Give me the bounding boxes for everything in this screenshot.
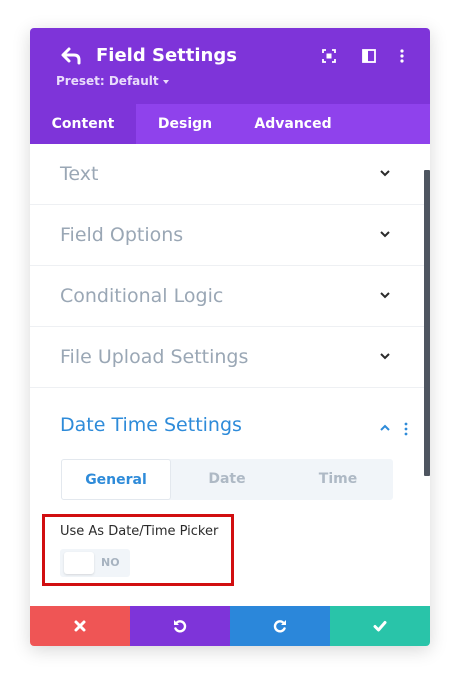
- fullscreen-icon[interactable]: [321, 48, 337, 64]
- tab-content[interactable]: Content: [30, 104, 136, 144]
- redo-icon: [273, 620, 286, 633]
- chevron-down-icon: [380, 231, 390, 238]
- chevron-down-icon: [380, 353, 390, 360]
- preset-dropdown[interactable]: Preset: Default: [56, 74, 169, 88]
- chevron-up-icon[interactable]: [378, 423, 392, 433]
- section-label: Conditional Logic: [60, 285, 224, 307]
- chevron-down-icon: [380, 292, 390, 299]
- discard-button[interactable]: [30, 606, 130, 646]
- redo-button[interactable]: [230, 606, 330, 646]
- split-view-icon[interactable]: [361, 48, 377, 64]
- preset-label: Preset: Default: [56, 74, 159, 88]
- section-text[interactable]: Text: [30, 144, 430, 205]
- section-label: File Upload Settings: [60, 346, 249, 368]
- page-title: Field Settings: [96, 45, 237, 66]
- scrollbar[interactable]: [424, 170, 430, 476]
- settings-modal: Field Settings Preset: Default Content D…: [30, 28, 430, 646]
- subtab-date[interactable]: Date: [172, 459, 282, 500]
- section-date-time-settings[interactable]: Date Time Settings: [60, 414, 242, 436]
- more-options-icon[interactable]: [394, 48, 410, 64]
- section-file-upload-settings[interactable]: File Upload Settings: [30, 327, 430, 388]
- date-time-subtabs: General Date Time: [61, 459, 393, 500]
- toggle-knob: [64, 552, 94, 574]
- back-arrow-icon[interactable]: [60, 46, 82, 66]
- check-icon: [373, 621, 387, 632]
- modal-header: Field Settings Preset: Default: [30, 28, 430, 104]
- section-conditional-logic[interactable]: Conditional Logic: [30, 266, 430, 327]
- subtab-time[interactable]: Time: [283, 459, 393, 500]
- date-picker-option-label: Use As Date/Time Picker: [60, 524, 219, 539]
- section-label: Field Options: [60, 224, 184, 246]
- undo-icon: [174, 620, 187, 633]
- section-label: Text: [60, 163, 99, 185]
- chevron-down-icon: [380, 170, 390, 177]
- caret-down-icon: [162, 79, 169, 84]
- save-button[interactable]: [330, 606, 430, 646]
- section-field-options[interactable]: Field Options: [30, 205, 430, 266]
- toggle-value: NO: [101, 556, 120, 569]
- action-footer: [30, 606, 430, 646]
- main-tabs: Content Design Advanced: [30, 104, 430, 144]
- undo-button[interactable]: [130, 606, 230, 646]
- section-more-icon[interactable]: [403, 422, 409, 436]
- tab-design[interactable]: Design: [136, 104, 234, 144]
- close-icon: [74, 620, 86, 632]
- tab-advanced[interactable]: Advanced: [234, 104, 352, 144]
- subtab-general[interactable]: General: [61, 459, 171, 500]
- date-picker-toggle[interactable]: NO: [60, 549, 130, 577]
- settings-body: Text Field Options Conditional Logic Fil…: [30, 144, 430, 606]
